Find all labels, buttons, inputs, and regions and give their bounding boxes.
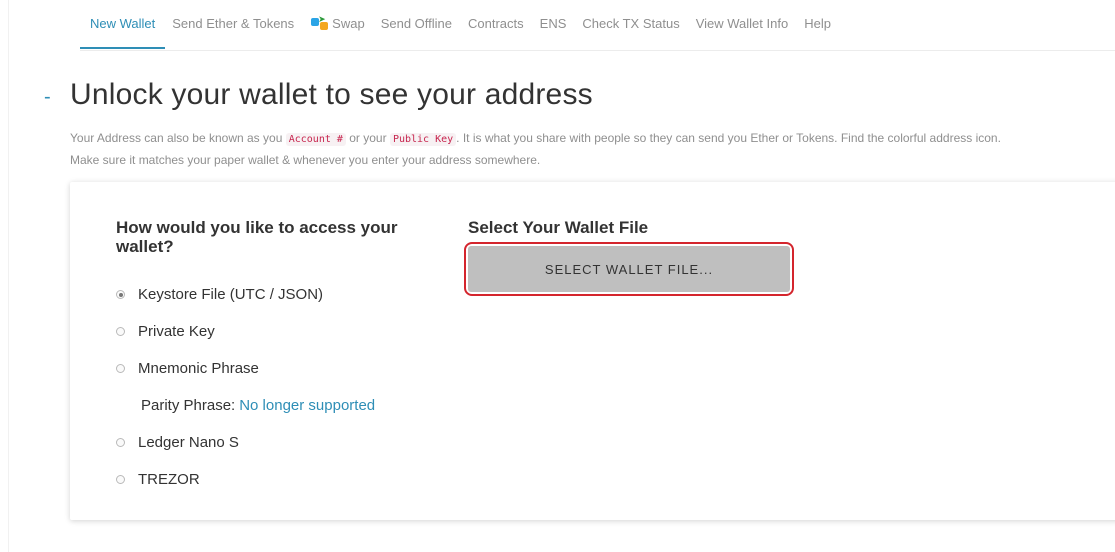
- option-mnemonic-phrase[interactable]: Mnemonic Phrase: [116, 350, 375, 387]
- option-label: Ledger Nano S: [138, 434, 239, 451]
- nav-ens[interactable]: ENS: [540, 0, 567, 49]
- public-key-code-badge: Public Key: [389, 133, 457, 146]
- top-nav: New Wallet Send Ether & Tokens ➤ Swap Se…: [80, 0, 1115, 51]
- radio-icon[interactable]: [116, 327, 125, 336]
- radio-icon[interactable]: [116, 475, 125, 484]
- parity-unsupported-link[interactable]: No longer supported: [239, 397, 375, 414]
- parity-label: Parity Phrase:: [141, 397, 236, 414]
- desc-line-2: Make sure it matches your paper wallet &…: [70, 153, 541, 167]
- access-question: How would you like to access your wallet…: [116, 218, 398, 256]
- option-label: Private Key: [138, 323, 215, 340]
- access-options: Keystore File (UTC / JSON) Private Key M…: [116, 276, 375, 498]
- parity-phrase-row: Parity Phrase: No longer supported: [116, 387, 375, 424]
- nav-new-wallet[interactable]: New Wallet: [80, 0, 166, 49]
- option-label: Mnemonic Phrase: [138, 360, 259, 377]
- swap-icon: ➤: [310, 16, 330, 32]
- option-label: TREZOR: [138, 471, 200, 488]
- nav-view-wallet-info[interactable]: View Wallet Info: [696, 0, 789, 49]
- nav-help[interactable]: Help: [804, 0, 831, 49]
- option-trezor[interactable]: TREZOR: [116, 461, 375, 498]
- desc-text-b: or your: [349, 131, 387, 145]
- nav-send-ether-tokens[interactable]: Send Ether & Tokens: [172, 0, 294, 49]
- left-edge: [0, 0, 9, 552]
- wallet-file-title: Select Your Wallet File: [468, 218, 649, 237]
- radio-checked-icon[interactable]: [116, 290, 125, 299]
- account-code-badge: Account #: [285, 133, 346, 146]
- page-title: Unlock your wallet to see your address: [70, 78, 593, 111]
- nav-contracts[interactable]: Contracts: [468, 0, 524, 49]
- nav-send-offline[interactable]: Send Offline: [381, 0, 452, 49]
- nav-swap[interactable]: ➤ Swap: [310, 0, 365, 49]
- radio-icon[interactable]: [116, 438, 125, 447]
- desc-text-a: Your Address can also be known as you: [70, 131, 283, 145]
- option-keystore-file[interactable]: Keystore File (UTC / JSON): [116, 276, 375, 313]
- option-label: Keystore File (UTC / JSON): [138, 286, 324, 303]
- page-description: Your Address can also be known as you Ac…: [70, 128, 1115, 170]
- option-ledger-nano-s[interactable]: Ledger Nano S: [116, 424, 375, 461]
- radio-icon[interactable]: [116, 364, 125, 373]
- desc-text-c: . It is what you share with people so th…: [456, 131, 1001, 145]
- access-panel: How would you like to access your wallet…: [70, 182, 1115, 520]
- select-wallet-file-button[interactable]: SELECT WALLET FILE...: [468, 246, 790, 292]
- nav-swap-label: Swap: [332, 16, 365, 31]
- collapse-toggle[interactable]: -: [44, 86, 51, 109]
- nav-check-tx-status[interactable]: Check TX Status: [582, 0, 679, 49]
- option-private-key[interactable]: Private Key: [116, 313, 375, 350]
